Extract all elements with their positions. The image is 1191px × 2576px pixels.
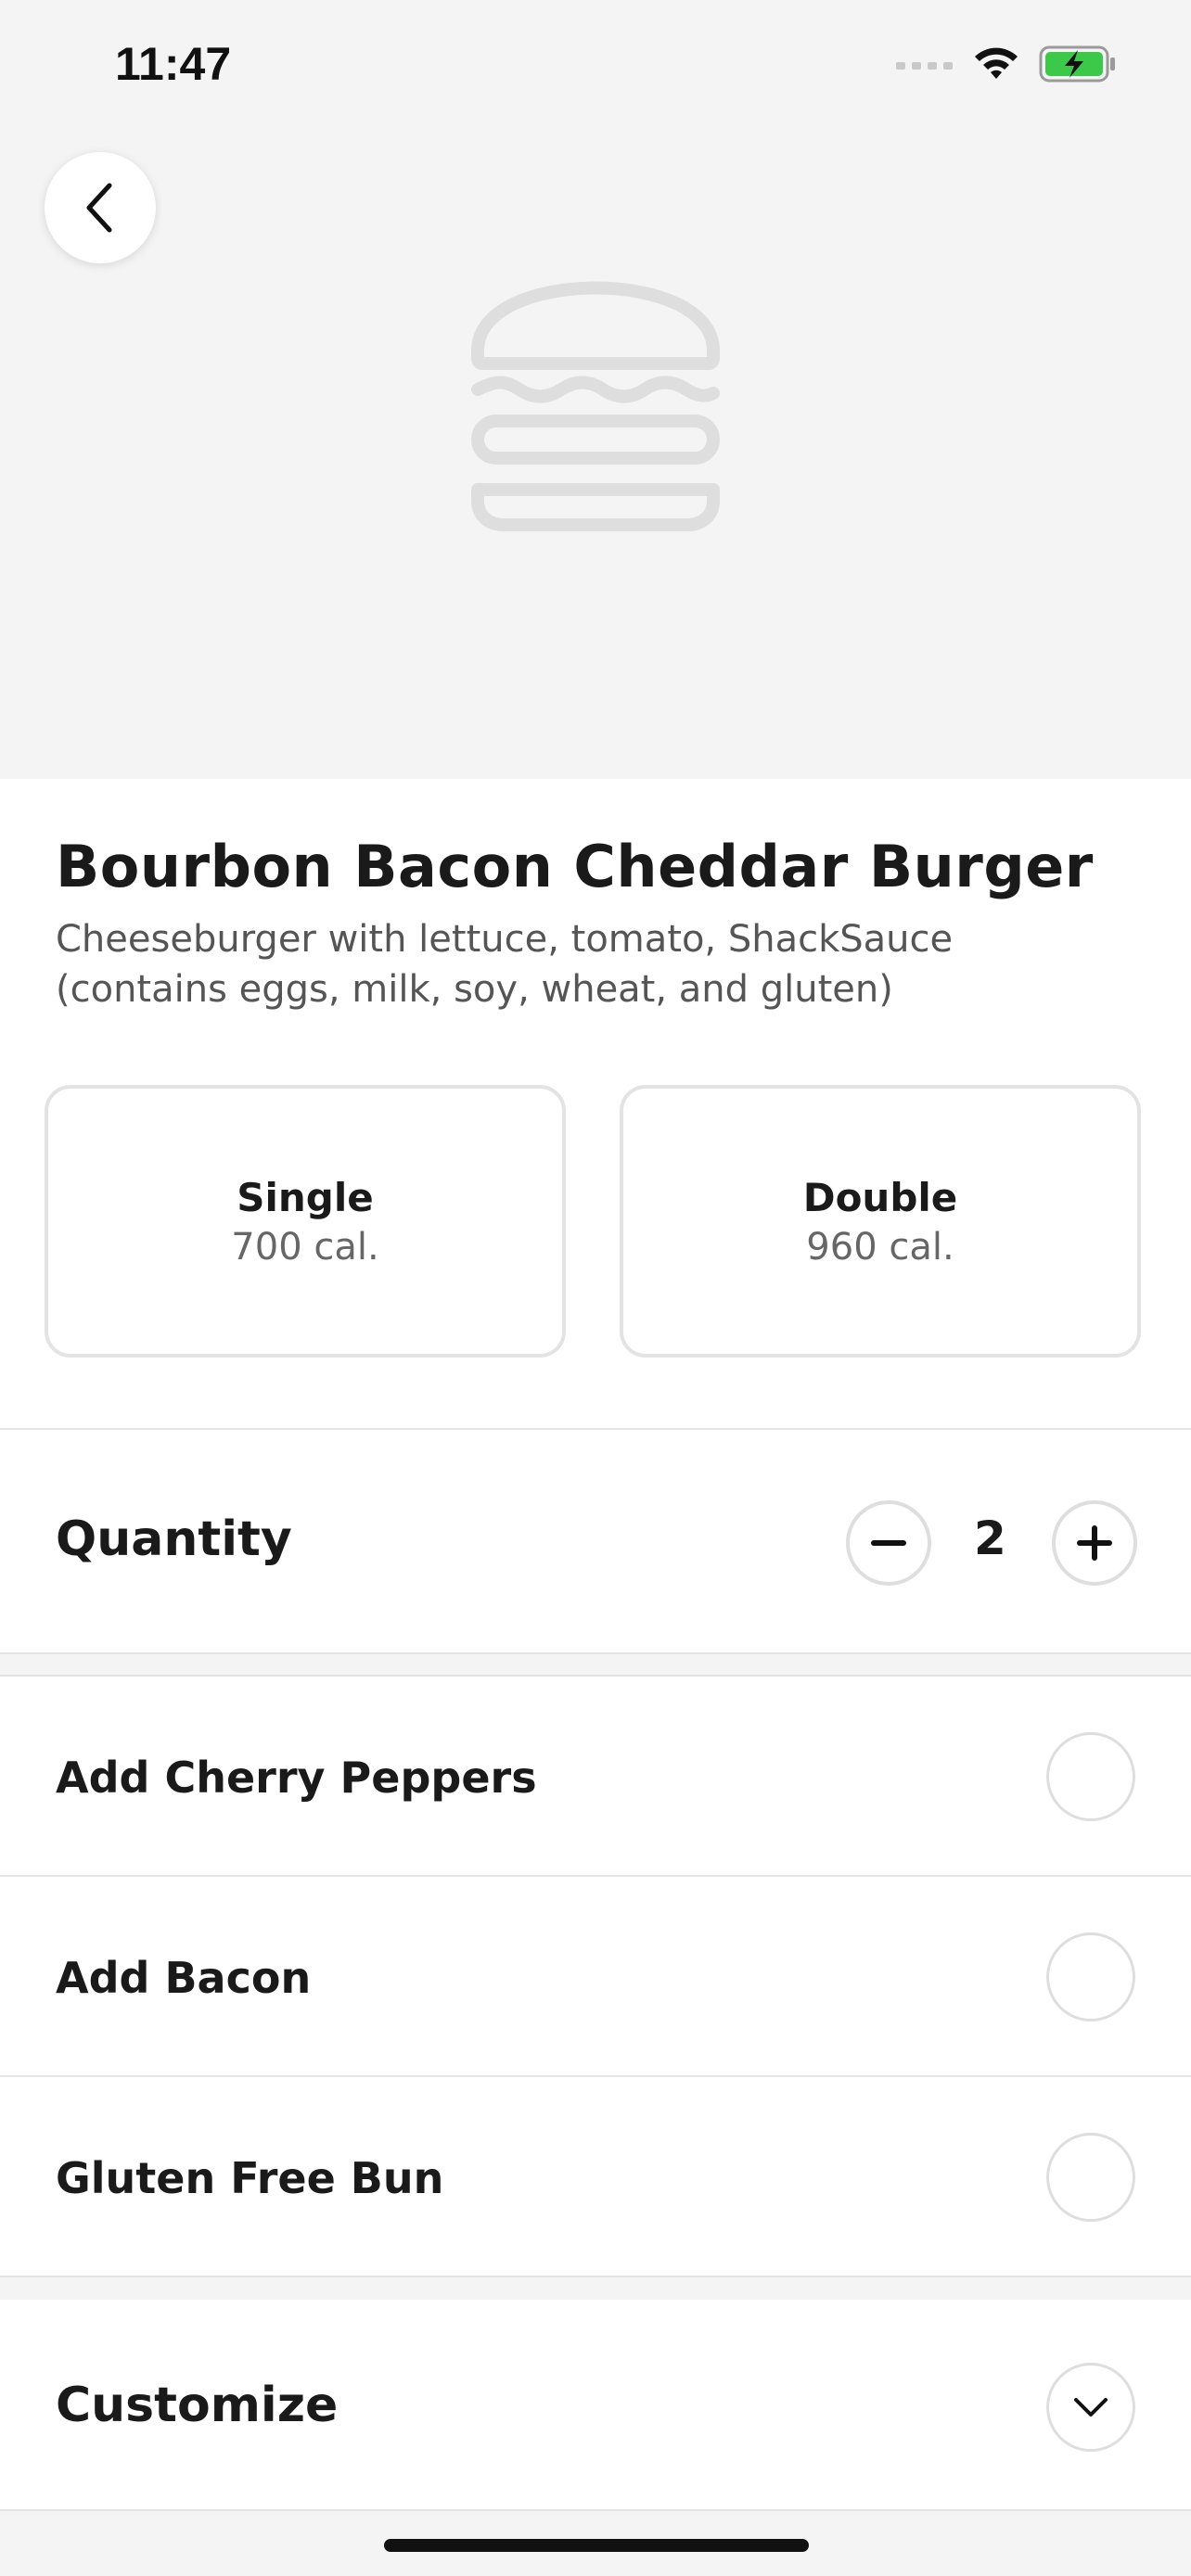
divider xyxy=(0,1875,1191,1877)
chevron-left-icon xyxy=(86,183,112,233)
divider xyxy=(0,1428,1191,1430)
size-option-single[interactable]: Single 700 cal. xyxy=(45,1085,566,1358)
section-separator xyxy=(0,2276,1191,2300)
increment-button[interactable] xyxy=(1052,1500,1137,1586)
size-calories: 960 cal. xyxy=(806,1225,954,1269)
size-option-double[interactable]: Double 960 cal. xyxy=(620,1085,1141,1358)
addon-checkbox[interactable] xyxy=(1046,2133,1135,2222)
status-time: 11:47 xyxy=(115,38,232,90)
decrement-button[interactable] xyxy=(846,1500,931,1586)
quantity-value: 2 xyxy=(974,1511,1006,1565)
battery-charging-icon xyxy=(1039,45,1115,83)
addon-label: Add Bacon xyxy=(56,1953,312,2003)
quantity-label: Quantity xyxy=(56,1511,292,1567)
section-separator xyxy=(0,1652,1191,1677)
status-icons xyxy=(896,45,1117,83)
back-button[interactable] xyxy=(45,152,156,263)
size-name: Double xyxy=(802,1174,958,1220)
addon-checkbox[interactable] xyxy=(1046,1932,1135,2021)
customize-expand-button[interactable] xyxy=(1046,2363,1135,2452)
divider xyxy=(0,2075,1191,2077)
burger-icon xyxy=(471,281,720,531)
product-description: Cheeseburger with lettuce, tomato, Shack… xyxy=(56,918,954,1011)
minus-icon xyxy=(871,1540,906,1546)
home-indicator xyxy=(384,2539,809,2552)
addon-checkbox[interactable] xyxy=(1046,1732,1135,1821)
signal-icon xyxy=(896,62,953,70)
addon-label: Add Cherry Peppers xyxy=(56,1753,537,1803)
plus-icon xyxy=(1077,1525,1112,1561)
addon-label: Gluten Free Bun xyxy=(56,2153,444,2203)
wifi-icon xyxy=(975,47,1018,79)
product-title: Bourbon Bacon Cheddar Burger xyxy=(56,833,1094,900)
customize-label: Customize xyxy=(56,2378,339,2433)
size-name: Single xyxy=(237,1174,374,1220)
size-calories: 700 cal. xyxy=(231,1225,379,1269)
chevron-down-icon xyxy=(1074,2398,1108,2417)
